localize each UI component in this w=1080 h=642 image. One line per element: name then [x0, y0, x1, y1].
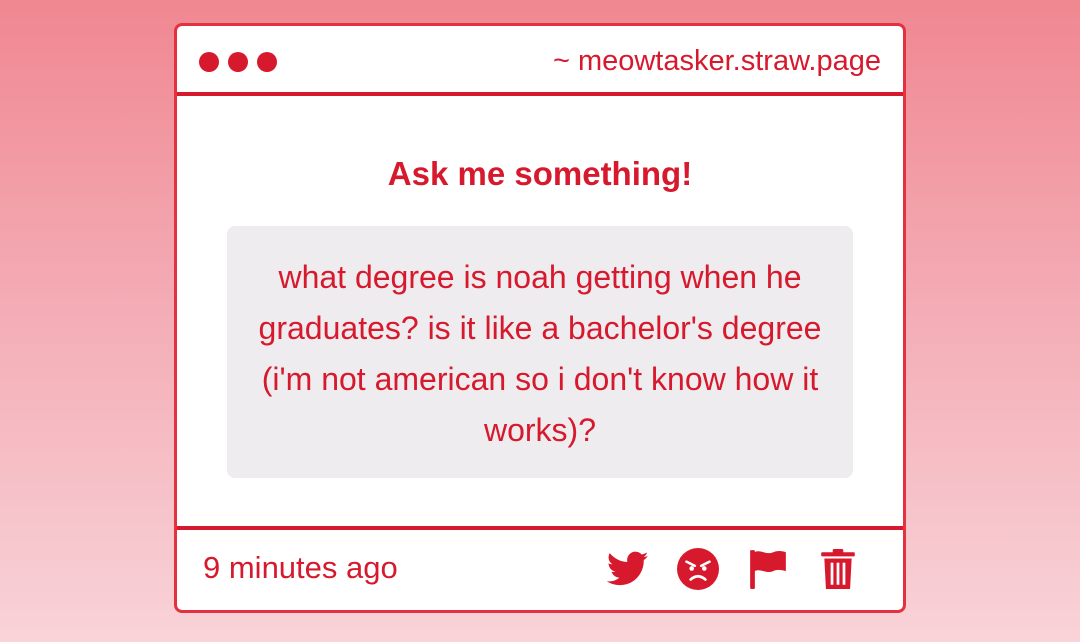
- delete-button[interactable]: [813, 548, 863, 590]
- window-dot: [199, 52, 219, 72]
- trash-icon: [821, 549, 855, 589]
- window-dot: [228, 52, 248, 72]
- timestamp: 9 minutes ago: [203, 550, 398, 585]
- angry-react-button[interactable]: [673, 548, 723, 590]
- angry-face-icon: [677, 548, 719, 590]
- page-title: Ask me something!: [387, 155, 693, 192]
- report-button[interactable]: [743, 548, 793, 590]
- page-url: ~ meowtasker.straw.page: [552, 45, 881, 77]
- flag-icon: [750, 550, 786, 589]
- window-titlebar: ~ meowtasker.straw.page: [177, 26, 903, 96]
- question-text: what degree is noah getting when he grad…: [258, 259, 822, 448]
- share-twitter-button[interactable]: [603, 548, 653, 590]
- window-dot: [257, 52, 277, 72]
- card-content: Ask me something! what degree is noah ge…: [177, 96, 903, 530]
- card-footer: 9 minutes ago: [177, 526, 903, 610]
- question-card: ~ meowtasker.straw.page Ask me something…: [174, 23, 906, 613]
- twitter-icon: [607, 551, 649, 586]
- question-box: what degree is noah getting when he grad…: [227, 226, 853, 478]
- action-bar: [603, 548, 863, 590]
